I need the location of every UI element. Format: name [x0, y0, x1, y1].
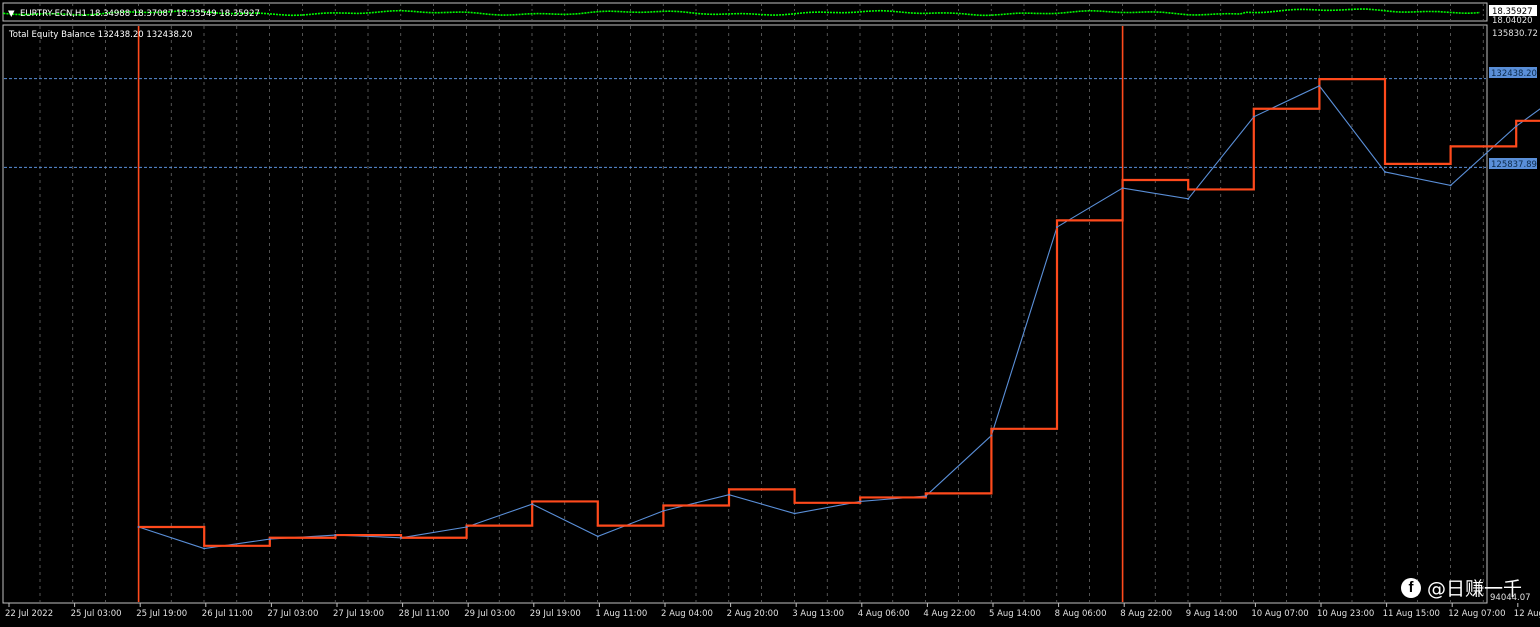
time-axis-label: 27 Jul 19:00 [333, 609, 384, 619]
chart-background [0, 0, 1540, 627]
equity-point [203, 547, 206, 550]
time-axis-label: 25 Jul 03:00 [71, 609, 122, 619]
equity-point [531, 503, 534, 506]
time-axis-label: 25 Jul 19:00 [136, 609, 187, 619]
balance-point [1121, 179, 1124, 182]
balance-point [1515, 119, 1518, 122]
time-axis-label: 1 Aug 11:00 [595, 609, 647, 619]
balance-point [596, 524, 599, 527]
time-axis-label: 5 Aug 14:00 [989, 609, 1041, 619]
time-axis-label: 8 Aug 06:00 [1055, 609, 1107, 619]
equity-point [400, 536, 402, 539]
time-axis-label: 27 Jul 03:00 [267, 609, 318, 619]
balance-point [728, 488, 730, 491]
equity-point [990, 434, 993, 437]
dropdown-arrow-icon[interactable]: ▼ [8, 9, 15, 19]
equity-point [1121, 187, 1124, 190]
time-axis-label: 2 Aug 04:00 [661, 609, 713, 619]
time-axis-label: 29 Jul 19:00 [530, 609, 581, 619]
balance-point [793, 501, 796, 504]
equity-point [334, 534, 337, 537]
balance-point [1384, 162, 1386, 165]
price-lower-value: 18.04020 [1492, 16, 1533, 26]
equity-point [596, 535, 599, 538]
balance-point [1252, 107, 1255, 110]
time-axis-label: 10 Aug 07:00 [1251, 609, 1308, 619]
balance-value-text: 132438.20 [1491, 69, 1537, 79]
equity-point [268, 538, 271, 541]
equity-point [859, 500, 862, 503]
balance-point [1187, 188, 1190, 191]
balance-point [203, 544, 206, 547]
facebook-icon: f [1400, 577, 1421, 598]
time-axis-label: 9 Aug 14:00 [1186, 609, 1238, 619]
equity-value-text: 125837.89 [1491, 160, 1537, 170]
equity-point [1318, 84, 1321, 87]
time-axis-label: 12 Aug 23:00 [1514, 609, 1540, 619]
equity-point [793, 512, 796, 515]
time-axis-label: 4 Aug 06:00 [858, 609, 910, 619]
equity-point [728, 493, 730, 496]
balance-point [1318, 78, 1321, 81]
indicator-label: Total Equity Balance 132438.20 132438.20 [8, 30, 192, 40]
equity-point [465, 526, 468, 529]
equity-point [662, 509, 665, 512]
balance-point [924, 492, 927, 495]
symbol-header: EURTRY-ECN,H1 18.34988 18.37087 18.33549… [20, 9, 260, 19]
axis-max-value: 135830.72 [1492, 29, 1538, 39]
balance-point [1449, 145, 1452, 148]
time-axis-label: 3 Aug 13:00 [792, 609, 844, 619]
chart-window[interactable]: ▼ EURTRY-ECN,H1 18.34988 18.37087 18.335… [0, 0, 1540, 627]
equity-point [924, 495, 927, 498]
time-axis-label: 22 Jul 2022 [5, 609, 53, 619]
watermark-text: @日赚一千 [1426, 578, 1522, 600]
equity-point [1515, 125, 1518, 128]
equity-point [1056, 226, 1058, 229]
balance-point [531, 500, 534, 503]
watermark: f @日赚一千 [1400, 574, 1522, 601]
time-axis-label: 28 Jul 11:00 [399, 609, 450, 619]
balance-point [990, 427, 993, 430]
time-axis-label: 12 Aug 07:00 [1448, 609, 1505, 619]
equity-point [1187, 197, 1190, 200]
equity-point [1384, 170, 1386, 173]
time-axis-label: 29 Jul 03:00 [464, 609, 515, 619]
balance-point [662, 504, 665, 507]
time-axis-label: 11 Aug 15:00 [1383, 609, 1440, 619]
equity-point [1252, 115, 1255, 118]
time-axis-label: 10 Aug 23:00 [1317, 609, 1374, 619]
time-axis-label: 26 Jul 11:00 [202, 609, 253, 619]
time-axis-label: 2 Aug 20:00 [727, 609, 779, 619]
time-axis-label: 4 Aug 22:00 [923, 609, 975, 619]
equity-point [137, 526, 140, 529]
balance-point [1056, 219, 1058, 222]
balance-point [859, 496, 862, 499]
time-axis-label: 8 Aug 22:00 [1120, 609, 1172, 619]
equity-point [1449, 184, 1452, 187]
